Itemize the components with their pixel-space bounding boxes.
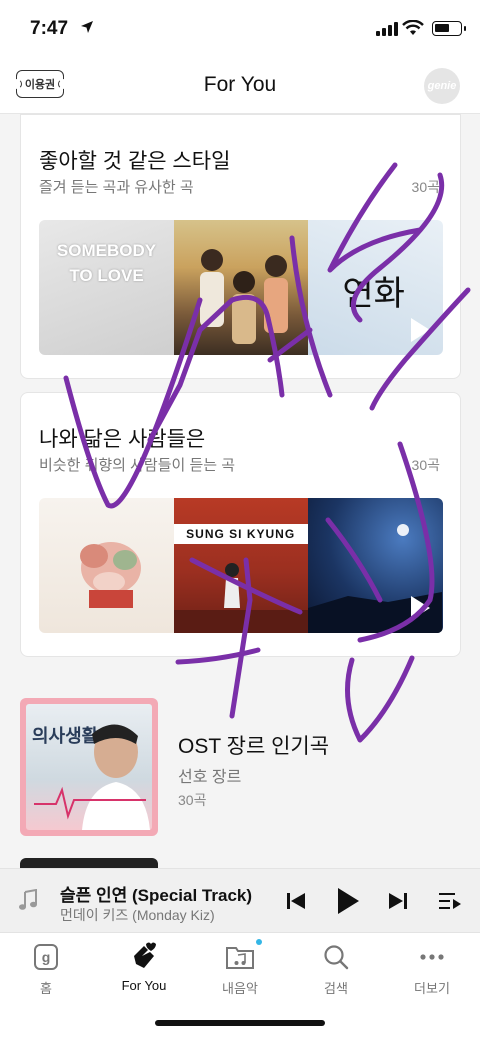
recommend-card-style[interactable]: 좋아할 것 같은 스타일 즐겨 듣는 곡과 유사한 곡 30곡 SOMEBODY… <box>20 114 461 379</box>
cover-mosaic[interactable]: SUNG SI KYUNG <box>39 498 443 633</box>
profile-avatar[interactable]: genie <box>424 68 460 104</box>
play-icon[interactable] <box>126 800 144 822</box>
ost-album-cover[interactable]: 의사생활 <box>20 698 158 836</box>
music-folder-icon <box>226 947 254 969</box>
card-count: 30곡 <box>411 457 440 473</box>
playlist-icon[interactable] <box>438 891 462 911</box>
card-subtitle: 비슷한 취향의 사람들이 듣는 곡 <box>39 457 236 474</box>
album-cover: SUNG SI KYUNG <box>173 498 309 633</box>
play-icon[interactable] <box>409 317 431 343</box>
now-playing-title[interactable]: 슬픈 인연 (Special Track) <box>60 881 252 906</box>
battery-icon <box>432 21 466 36</box>
album-cover: SOMEBODY TO LOVE <box>39 220 174 355</box>
album-cover <box>39 498 174 633</box>
play-icon[interactable] <box>409 595 431 621</box>
status-bar: 7:47 <box>0 0 480 60</box>
tab-more[interactable]: 더보기 <box>392 941 472 997</box>
tab-for-you[interactable]: For You <box>104 941 184 993</box>
cover-mosaic[interactable]: SOMEBODY TO LOVE 연화 <box>39 220 443 355</box>
heart-hand-icon <box>134 942 156 968</box>
music-note-icon <box>19 889 37 910</box>
album-cover <box>173 220 309 355</box>
tab-my-music[interactable]: 내음악 <box>200 939 280 997</box>
mini-player[interactable]: 슬픈 인연 (Special Track) 먼데이 키즈 (Monday Kiz… <box>0 868 480 932</box>
search-icon <box>324 945 349 970</box>
ost-count: 30곡 <box>178 792 207 808</box>
play-button-icon[interactable] <box>336 887 360 915</box>
card-title: 좋아할 것 같은 스타일 <box>39 150 231 173</box>
tab-label: 검색 <box>324 981 348 996</box>
cover-text: 연화 <box>342 274 405 314</box>
new-badge-dot <box>256 939 262 945</box>
home-g-icon: g <box>34 944 58 970</box>
card-title: 나와 닮은 사람들은 <box>39 428 206 451</box>
top-header: 이용권 For You genie <box>0 60 480 114</box>
tab-label: 홈 <box>40 981 52 996</box>
location-arrow-icon <box>81 21 93 33</box>
album-cover: 연화 <box>308 220 443 355</box>
tab-label: 내음악 <box>222 981 258 996</box>
tab-label: 더보기 <box>414 981 450 996</box>
svg-text:g: g <box>42 949 51 965</box>
next-track-icon[interactable] <box>388 891 408 911</box>
home-indicator <box>155 1020 325 1026</box>
tab-label: For You <box>121 978 167 993</box>
page-title: For You <box>203 73 277 96</box>
cellular-signal-icon <box>376 22 398 36</box>
wifi-icon <box>402 20 424 35</box>
cover-text: SOMEBODY TO LOVE <box>56 241 157 285</box>
card-count: 30곡 <box>411 179 440 195</box>
now-playing-artist: 먼데이 키즈 (Monday Kiz) <box>60 907 215 923</box>
recommend-card-similar-people[interactable]: 나와 닮은 사람들은 비슷한 취향의 사람들이 듣는 곡 30곡 SUNG SI… <box>20 392 461 657</box>
previous-track-icon[interactable] <box>286 891 306 911</box>
album-cover <box>308 498 443 633</box>
status-time: 7:47 <box>30 18 69 39</box>
tab-home[interactable]: g 홈 <box>6 941 86 997</box>
ost-subtitle: 선호 장르 <box>178 769 242 786</box>
tab-search[interactable]: 검색 <box>296 941 376 997</box>
more-icon <box>420 954 444 960</box>
ost-title[interactable]: OST 장르 인기곡 <box>178 730 329 760</box>
card-subtitle: 즐겨 듣는 곡과 유사한 곡 <box>39 179 194 196</box>
